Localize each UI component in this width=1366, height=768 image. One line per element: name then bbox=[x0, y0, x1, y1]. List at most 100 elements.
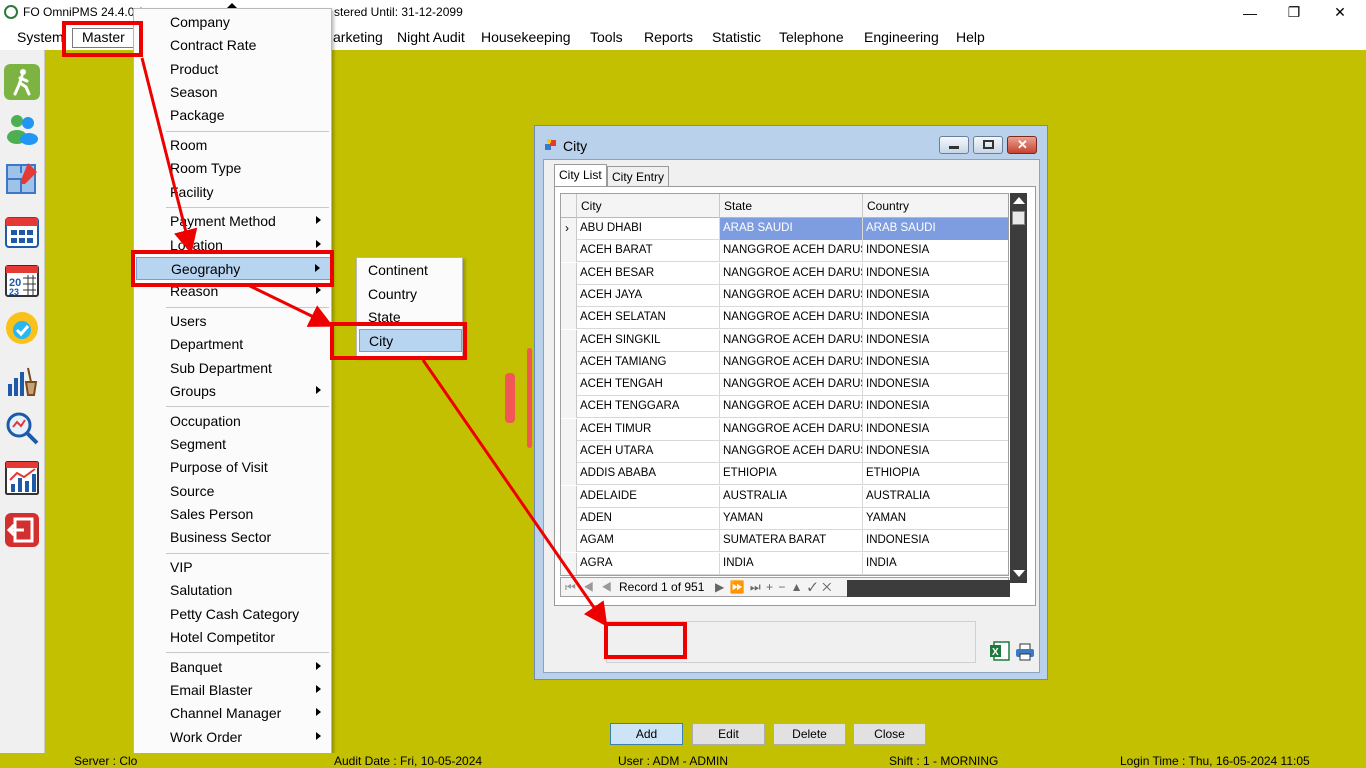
submenu-item-country[interactable]: Country bbox=[359, 283, 462, 306]
statistics-chart-icon[interactable] bbox=[4, 460, 40, 496]
add-button[interactable]: Add bbox=[610, 723, 683, 745]
submenu-item-continent[interactable]: Continent bbox=[359, 259, 462, 282]
cell-country[interactable]: ARAB SAUDI bbox=[863, 218, 1008, 240]
row-header[interactable] bbox=[561, 396, 577, 419]
menu-item-petty-cash-category[interactable]: Petty Cash Category bbox=[136, 603, 331, 626]
cell-country[interactable]: GHANA bbox=[863, 575, 1008, 576]
tab-city-entry[interactable]: City Entry bbox=[607, 166, 670, 187]
restore-button[interactable]: ❐ bbox=[1271, 0, 1317, 25]
cell-city[interactable]: ACEH SINGKIL bbox=[577, 329, 720, 352]
row-header[interactable] bbox=[561, 240, 577, 263]
floor-plan-icon[interactable] bbox=[4, 160, 40, 196]
cell-country[interactable]: INDONESIA bbox=[863, 396, 1008, 418]
city-minimize-button[interactable] bbox=[939, 136, 969, 154]
table-row[interactable]: ACEH JAYA NANGGROE ACEH DARUS... INDONESIA bbox=[561, 284, 1008, 307]
city-maximize-button[interactable] bbox=[973, 136, 1003, 154]
cell-state[interactable]: NANGGROE ACEH DARUS... bbox=[720, 262, 863, 285]
table-row[interactable]: ACEH TIMUR NANGGROE ACEH DARUS... INDONESI… bbox=[561, 418, 1008, 441]
menu-item-business-sector[interactable]: Business Sector bbox=[136, 526, 331, 549]
menu-item-product[interactable]: Product bbox=[136, 58, 331, 81]
column-header-city[interactable]: City bbox=[577, 194, 720, 218]
menu-item-contract-rate[interactable]: Contract Rate bbox=[136, 34, 331, 57]
table-row[interactable]: › ABU DHABI ARAB SAUDI ARAB SAUDI bbox=[561, 218, 1008, 240]
menu-item-occupation[interactable]: Occupation bbox=[136, 410, 331, 433]
cell-state[interactable]: NANGGROE ACEH DARUS... bbox=[720, 374, 863, 397]
menu-item-users[interactable]: Users bbox=[136, 310, 331, 333]
tab-city-list[interactable]: City List bbox=[554, 164, 607, 187]
table-row[interactable]: ADELAIDE AUSTRALIA AUSTRALIA bbox=[561, 485, 1008, 508]
menu-item-payment-method[interactable]: Payment Method bbox=[136, 210, 331, 233]
table-row[interactable]: ACEH TAMIANG NANGGROE ACEH DARUS... INDONE… bbox=[561, 351, 1008, 374]
cell-country[interactable]: INDONESIA bbox=[863, 352, 1008, 374]
column-header-state[interactable]: State bbox=[720, 194, 863, 218]
cell-city[interactable]: ACEH BARAT bbox=[577, 240, 720, 263]
cell-city[interactable]: ADDIS ABABA bbox=[577, 463, 720, 486]
cell-state[interactable]: AUSTRALIA bbox=[720, 485, 863, 508]
cell-state[interactable]: NANGGROE ACEH DARUS... bbox=[720, 418, 863, 441]
menu-item-room[interactable]: Room bbox=[136, 134, 331, 157]
menu-item-package[interactable]: Package bbox=[136, 104, 331, 127]
menu-reports[interactable]: Reports bbox=[644, 29, 693, 45]
cell-state[interactable]: INDIA bbox=[720, 552, 863, 575]
menu-tools[interactable]: Tools bbox=[590, 29, 623, 45]
scroll-down-icon[interactable] bbox=[1013, 570, 1025, 577]
row-header[interactable] bbox=[561, 329, 577, 352]
search-analytics-icon[interactable] bbox=[4, 410, 40, 446]
cell-state[interactable]: NANGGROE ACEH DARUS... bbox=[720, 307, 863, 330]
table-row[interactable]: ACEH UTARA NANGGROE ACEH DARUS... INDONESI… bbox=[561, 441, 1008, 463]
cell-city[interactable]: ACEH TAMIANG bbox=[577, 351, 720, 374]
cell-city[interactable]: ACEH TENGAH bbox=[577, 374, 720, 397]
menu-item-season[interactable]: Season bbox=[136, 81, 331, 104]
cell-country[interactable]: INDONESIA bbox=[863, 330, 1008, 352]
cell-country[interactable]: INDIA bbox=[863, 553, 1008, 575]
cell-city[interactable]: AKRA bbox=[577, 574, 720, 575]
table-row[interactable]: ACEH BARAT NANGGROE ACEH DARUS... INDONESI… bbox=[561, 240, 1008, 263]
menu-system[interactable]: System bbox=[17, 29, 64, 45]
row-header[interactable] bbox=[561, 507, 577, 530]
cell-city[interactable]: ACEH JAYA bbox=[577, 284, 720, 307]
table-row[interactable]: ACEH SINGKIL NANGGROE ACEH DARUS... INDONE… bbox=[561, 329, 1008, 352]
cell-state[interactable]: SUMATERA BARAT bbox=[720, 530, 863, 553]
menu-item-sub-department[interactable]: Sub Department bbox=[136, 357, 331, 380]
guests-icon[interactable] bbox=[4, 110, 40, 146]
close-button[interactable]: ✕ bbox=[1317, 0, 1363, 25]
cell-city[interactable]: AGRA bbox=[577, 552, 720, 575]
menu-item-salutation[interactable]: Salutation bbox=[136, 579, 331, 602]
table-row[interactable]: ACEH TENGAH NANGGROE ACEH DARUS... INDONES… bbox=[561, 374, 1008, 397]
menu-item-email-blaster[interactable]: Email Blaster bbox=[136, 679, 331, 702]
scroll-thumb[interactable] bbox=[1012, 211, 1025, 225]
menu-item-facility[interactable]: Facility bbox=[136, 181, 331, 204]
row-header[interactable] bbox=[561, 552, 577, 575]
menu-item-groups[interactable]: Groups bbox=[136, 380, 331, 403]
cell-state[interactable]: NANGGROE ACEH DARUS... bbox=[720, 396, 863, 419]
row-header[interactable] bbox=[561, 463, 577, 486]
row-header[interactable] bbox=[561, 351, 577, 374]
row-header[interactable] bbox=[561, 307, 577, 330]
edit-button[interactable]: Edit bbox=[692, 723, 765, 745]
cell-state[interactable]: GHANA bbox=[720, 574, 863, 575]
availability-icon[interactable] bbox=[4, 310, 40, 346]
cell-country[interactable]: AUSTRALIA bbox=[863, 486, 1008, 508]
menu-night-audit[interactable]: Night Audit bbox=[397, 29, 465, 45]
cell-state[interactable]: NANGGROE ACEH DARUS... bbox=[720, 329, 863, 352]
year-calendar-icon[interactable]: 2023 bbox=[4, 262, 40, 298]
cell-country[interactable]: INDONESIA bbox=[863, 285, 1008, 307]
grid-vertical-scrollbar[interactable] bbox=[1010, 193, 1027, 583]
menu-item-room-type[interactable]: Room Type bbox=[136, 157, 331, 180]
cell-state[interactable]: YAMAN bbox=[720, 507, 863, 530]
table-row[interactable]: AGRA INDIA INDIA bbox=[561, 552, 1008, 575]
menu-item-source[interactable]: Source bbox=[136, 480, 331, 503]
cell-city[interactable]: ACEH BESAR bbox=[577, 262, 720, 285]
menu-engineering[interactable]: Engineering bbox=[864, 29, 939, 45]
cell-city[interactable]: AGAM bbox=[577, 530, 720, 553]
menu-item-purpose-of-visit[interactable]: Purpose of Visit bbox=[136, 456, 331, 479]
table-row[interactable]: ADDIS ABABA ETHIOPIA ETHIOPIA bbox=[561, 463, 1008, 486]
menu-item-department[interactable]: Department bbox=[136, 333, 331, 356]
table-row[interactable]: AGAM SUMATERA BARAT INDONESIA bbox=[561, 530, 1008, 553]
cell-state[interactable]: ETHIOPIA bbox=[720, 463, 863, 486]
delete-button[interactable]: Delete bbox=[773, 723, 846, 745]
scroll-up-icon[interactable] bbox=[1013, 197, 1025, 204]
menu-item-company[interactable]: Company bbox=[136, 11, 331, 34]
cell-country[interactable]: INDONESIA bbox=[863, 441, 1008, 463]
city-close-button[interactable]: ✕ bbox=[1007, 136, 1037, 154]
